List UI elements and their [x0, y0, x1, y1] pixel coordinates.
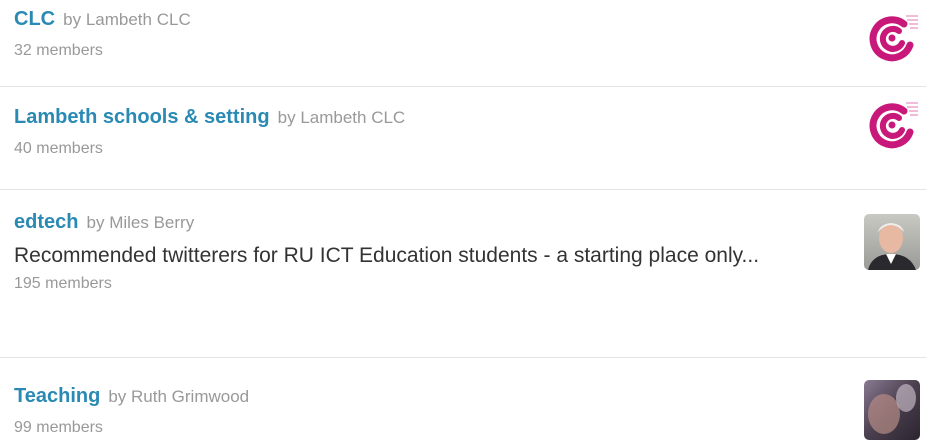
- list-title-line: Teaching by Ruth Grimwood: [14, 383, 806, 410]
- list-owner: by Lambeth CLC: [275, 108, 406, 127]
- by-prefix: by: [86, 213, 105, 232]
- list-item[interactable]: CLC by Lambeth CLC 32 members: [0, 0, 926, 87]
- list-item[interactable]: Teaching by Ruth Grimwood 99 members: [0, 358, 926, 440]
- member-count[interactable]: 32 members: [14, 40, 806, 62]
- profile-photo-icon[interactable]: [864, 380, 920, 440]
- owner-name[interactable]: Lambeth CLC: [86, 10, 191, 29]
- member-count[interactable]: 195 members: [14, 273, 806, 295]
- list-name-link[interactable]: Lambeth schools & setting: [14, 106, 270, 128]
- lambeth-clc-logo-icon[interactable]: [864, 97, 920, 153]
- list-description: Recommended twitterers for RU ICT Educat…: [14, 244, 760, 267]
- list-title-line: edtech by Miles Berry: [14, 209, 806, 236]
- list-name-link[interactable]: edtech: [14, 211, 78, 233]
- list-name-link[interactable]: CLC: [14, 8, 55, 30]
- by-prefix: by: [277, 108, 296, 127]
- profile-photo-icon[interactable]: [864, 214, 920, 270]
- list-owner: by Lambeth CLC: [60, 10, 191, 29]
- list-item-text: CLC by Lambeth CLC 32 members: [14, 6, 806, 62]
- list-title-line: Lambeth schools & setting by Lambeth CLC: [14, 104, 806, 131]
- twitter-lists: CLC by Lambeth CLC 32 members Lambeth sc…: [0, 0, 926, 440]
- member-count[interactable]: 40 members: [14, 138, 806, 160]
- list-item-text: edtech by Miles Berry Recommended twitte…: [14, 209, 806, 295]
- by-prefix: by: [63, 10, 82, 29]
- member-count[interactable]: 99 members: [14, 417, 806, 439]
- list-owner: by Ruth Grimwood: [105, 387, 249, 406]
- owner-name[interactable]: Miles Berry: [109, 213, 194, 232]
- owner-name[interactable]: Ruth Grimwood: [131, 387, 249, 406]
- list-owner: by Miles Berry: [83, 213, 194, 232]
- list-name-link[interactable]: Teaching: [14, 385, 100, 407]
- list-item-text: Teaching by Ruth Grimwood 99 members: [14, 383, 806, 439]
- list-item[interactable]: edtech by Miles Berry Recommended twitte…: [0, 190, 926, 358]
- list-item[interactable]: Lambeth schools & setting by Lambeth CLC…: [0, 87, 926, 190]
- by-prefix: by: [108, 387, 127, 406]
- list-title-line: CLC by Lambeth CLC: [14, 6, 806, 33]
- owner-name[interactable]: Lambeth CLC: [300, 108, 405, 127]
- lambeth-clc-logo-icon[interactable]: [864, 10, 920, 66]
- list-item-text: Lambeth schools & setting by Lambeth CLC…: [14, 104, 806, 160]
